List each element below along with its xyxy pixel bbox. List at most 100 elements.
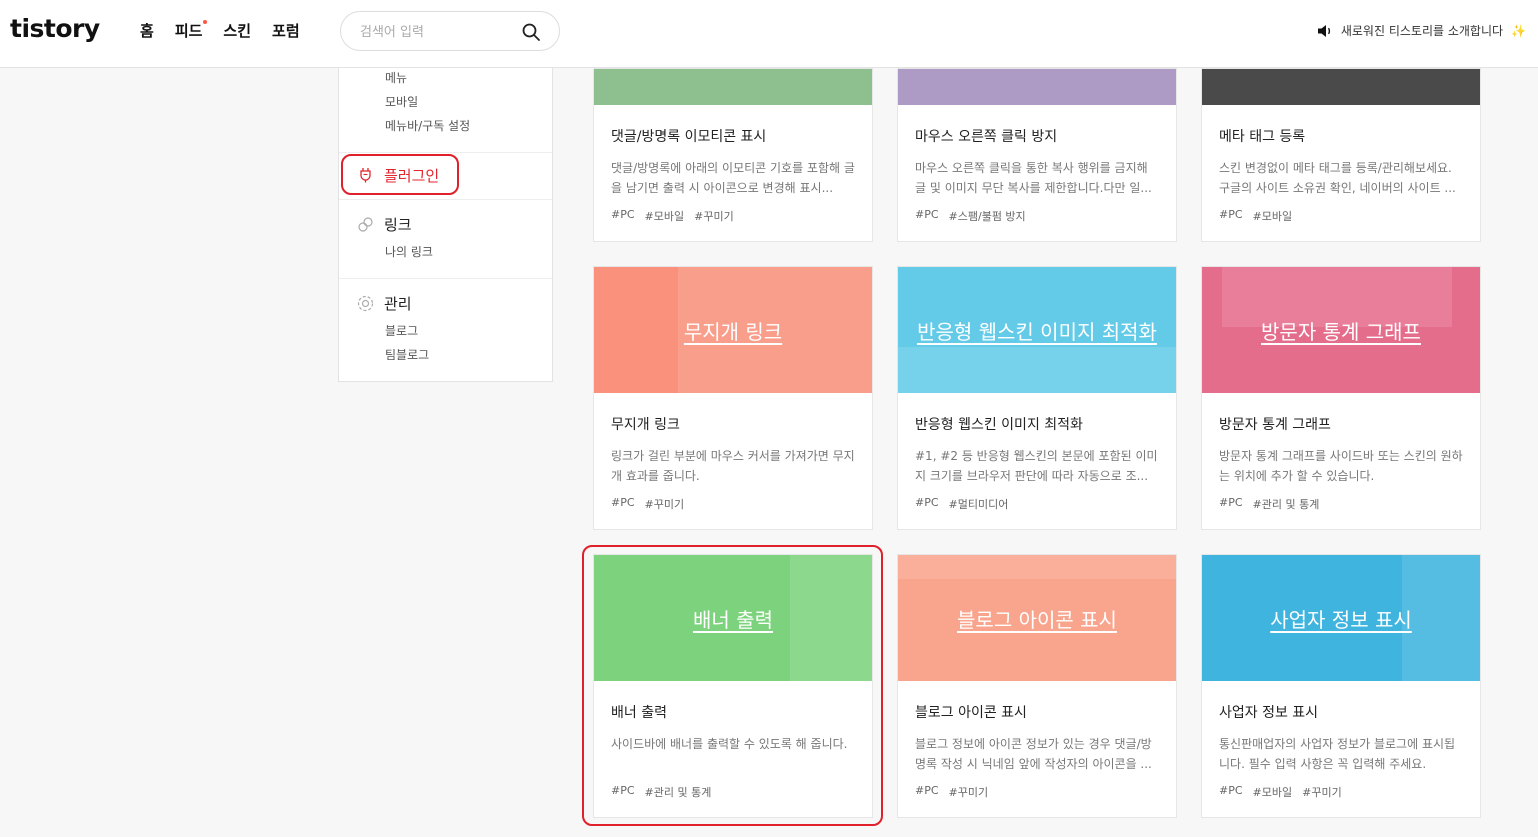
card-title: 블로그 아이콘 표시 [915,705,1027,721]
plugin-card[interactable]: 방문자 통계 그래프 방문자 통계 그래프 방문자 통계 그래프를 사이드바 또… [1201,266,1481,530]
sidebar-section-link[interactable]: 링크 [384,214,412,235]
card-title: 마우스 오른쪽 클릭 방지 [915,129,1058,145]
card-tag[interactable]: #모바일 [1253,208,1293,224]
card-tag[interactable]: #PC [915,208,939,224]
card-thumbnail: 블로그 아이콘 표시 [898,555,1176,681]
card-title: 배너 출력 [611,705,667,721]
card-tags: #PC #모바일 [1219,208,1463,224]
card-thumbnail [594,69,872,105]
card-tag[interactable]: #PC [915,784,939,800]
sidebar-item-my-link[interactable]: 나의 링크 [385,243,433,260]
plugin-card-banner[interactable]: 배너 출력 배너 출력 사이드바에 배너를 출력할 수 있도록 해 줍니다. #… [593,554,873,818]
card-thumbnail [1202,69,1480,105]
card-tag[interactable]: #꾸미기 [645,496,685,512]
new-badge-dot [203,20,208,24]
card-title: 반응형 웹스킨 이미지 최적화 [915,417,1083,433]
plugin-card[interactable]: 댓글/방명록 이모티콘 표시 댓글/방명록에 아래의 이모티콘 기호를 포함해 … [593,68,873,242]
card-tag[interactable]: #PC [1219,784,1243,800]
card-description: 댓글/방명록에 아래의 이모티콘 기호를 포함해 글을 남기면 출력 시 아이콘… [611,161,855,195]
card-thumbnail: 배너 출력 [594,555,872,681]
card-tag[interactable]: #PC [1219,496,1243,512]
sidebar-divider [339,278,552,279]
card-thumbnail: 반응형 웹스킨 이미지 최적화 [898,267,1176,393]
card-thumbnail-title: 블로그 아이콘 표시 [957,607,1117,632]
card-tag[interactable]: #멀티미디어 [949,496,1009,512]
plugin-card[interactable]: 무지개 링크 무지개 링크 링크가 걸린 부분에 마우스 커서를 가져가면 무지… [593,266,873,530]
sidebar-section-manage[interactable]: 관리 [384,293,412,314]
card-tags: #PC #스팸/불펌 방지 [915,208,1159,224]
search-input[interactable] [360,22,520,42]
plugin-highlight-box [341,154,459,195]
card-thumbnail-title: 사업자 정보 표시 [1270,607,1412,632]
top-header: tistory 홈 피드 스킨 포럼 새로워진 티스토리를 소개합니다 ✨ [0,0,1538,68]
sparkle-icon: ✨ [1511,23,1526,38]
card-thumbnail-title: 배너 출력 [693,607,773,632]
card-thumbnail-title: 반응형 웹스킨 이미지 최적화 [917,319,1157,344]
card-tag[interactable]: #꾸미기 [949,784,989,800]
plugin-card[interactable]: 마우스 오른쪽 클릭 방지 마우스 오른쪽 클릭을 통한 복사 행위를 금지해 … [897,68,1177,242]
notice-text: 새로워진 티스토리를 소개합니다 [1340,24,1504,38]
settings-sidebar: 메뉴 모바일 메뉴바/구독 설정 플러그인 링크 나의 링크 관리 블로그 팀블… [338,68,553,382]
card-description: 블로그 정보에 아이콘 정보가 있는 경우 댓글/방명록 작성 시 닉네임 앞에… [915,737,1152,771]
search-icon[interactable] [521,22,541,42]
sidebar-item-mobile[interactable]: 모바일 [385,93,418,110]
card-thumbnail: 무지개 링크 [594,267,872,393]
card-tags: #PC #꾸미기 [611,496,855,512]
card-description: 통신판매업자의 사업자 정보가 블로그에 표시됩니다. 필수 입력 사항은 꼭 … [1219,737,1456,771]
card-description: 사이드바에 배너를 출력할 수 있도록 해 줍니다. [611,737,848,751]
card-title: 방문자 통계 그래프 [1219,417,1331,433]
link-icon [358,217,373,232]
card-tag[interactable]: #스팸/불펌 방지 [949,208,1026,224]
card-tag[interactable]: #PC [915,496,939,512]
plugin-card[interactable]: 반응형 웹스킨 이미지 최적화 반응형 웹스킨 이미지 최적화 #1, #2 등… [897,266,1177,530]
plugin-card[interactable]: 메타 태그 등록 스킨 변경없이 메타 태그를 등록/관리해보세요. 구글의 사… [1201,68,1481,242]
card-tag[interactable]: #모바일 [645,208,685,224]
sidebar-item-team-blog[interactable]: 팀블로그 [385,346,429,363]
sidebar-item-menu[interactable]: 메뉴 [385,69,407,86]
speaker-icon [1317,24,1330,37]
nav-feed-label: 피드 [174,22,203,40]
nav-feed[interactable]: 피드 [174,20,208,41]
card-tag[interactable]: #관리 및 통계 [645,784,712,800]
card-tag[interactable]: #꾸미기 [694,208,734,224]
notice-banner[interactable]: 새로워진 티스토리를 소개합니다 ✨ [1317,22,1526,39]
nav-skin[interactable]: 스킨 [223,20,251,41]
card-tags: #PC #멀티미디어 [915,496,1159,512]
sidebar-item-blog[interactable]: 블로그 [385,322,418,339]
sidebar-item-menubar[interactable]: 메뉴바/구독 설정 [385,117,470,134]
sidebar-divider [339,199,552,200]
card-thumbnail: 사업자 정보 표시 [1202,555,1480,681]
card-title: 댓글/방명록 이모티콘 표시 [611,129,767,145]
card-description: 링크가 걸린 부분에 마우스 커서를 가져가면 무지개 효과를 줍니다. [611,449,855,483]
card-description: 방문자 통계 그래프를 사이드바 또는 스킨의 원하는 위치에 추가 할 수 있… [1219,449,1463,483]
card-description: #1, #2 등 반응형 웹스킨의 본문에 포함된 이미지 크기를 브라우저 판… [915,449,1158,483]
card-tag[interactable]: #모바일 [1253,784,1293,800]
card-tags: #PC #관리 및 통계 [611,784,855,800]
nav-home[interactable]: 홈 [140,20,154,41]
card-tags: #PC #모바일 #꾸미기 [1219,784,1463,800]
card-title: 메타 태그 등록 [1219,129,1306,145]
card-description: 스킨 변경없이 메타 태그를 등록/관리해보세요. 구글의 사이트 소유권 확인… [1219,161,1456,195]
card-tags: #PC #관리 및 통계 [1219,496,1463,512]
card-thumbnail [898,69,1176,105]
card-description: 마우스 오른쪽 클릭을 통한 복사 행위를 금지해 글 및 이미지 무단 복사를… [915,161,1152,195]
card-tags: #PC #모바일 #꾸미기 [611,208,855,224]
search-box [340,11,560,51]
card-thumbnail-title: 방문자 통계 그래프 [1261,319,1421,344]
main-nav: 홈 피드 스킨 포럼 [140,20,300,41]
card-tag[interactable]: #PC [611,208,635,224]
card-title: 무지개 링크 [611,417,680,433]
gear-icon [357,295,374,312]
nav-forum[interactable]: 포럼 [272,20,300,41]
sidebar-divider [339,152,552,153]
card-tags: #PC #꾸미기 [915,784,1159,800]
tistory-logo[interactable]: tistory [10,14,100,43]
card-tag[interactable]: #꾸미기 [1302,784,1342,800]
card-tag[interactable]: #PC [611,784,635,800]
plugin-card[interactable]: 사업자 정보 표시 사업자 정보 표시 통신판매업자의 사업자 정보가 블로그에… [1201,554,1481,818]
card-tag[interactable]: #PC [1219,208,1243,224]
plugin-card[interactable]: 블로그 아이콘 표시 블로그 아이콘 표시 블로그 정보에 아이콘 정보가 있는… [897,554,1177,818]
card-tag[interactable]: #PC [611,496,635,512]
card-tag[interactable]: #관리 및 통계 [1253,496,1320,512]
card-title: 사업자 정보 표시 [1219,705,1319,721]
